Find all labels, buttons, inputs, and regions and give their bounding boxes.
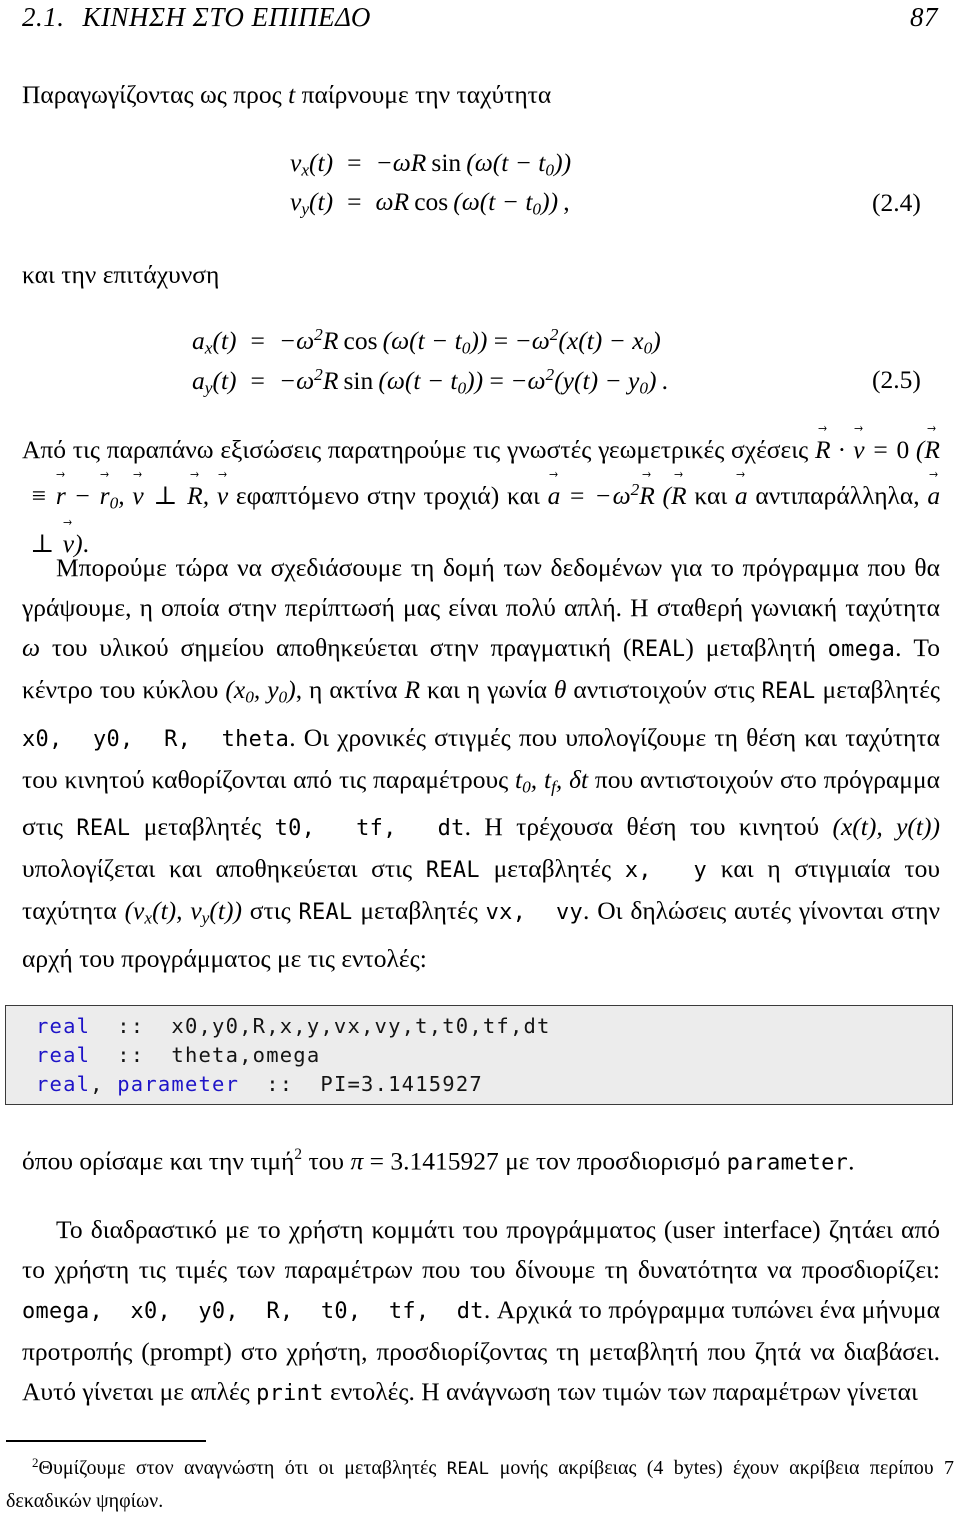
code-line-1: real :: x0,y0,R,x,y,vx,vy,t,t0,tf,dt xyxy=(36,1012,952,1041)
document-page: 2.1. ΚΙΝΗΣΗ ΣΤΟ ΕΠΙΠΕΔΟ 87 Παραγωγίζοντα… xyxy=(0,0,960,1512)
eq25-row2-lhs: ay(t) xyxy=(192,365,237,398)
code-line-2: real :: theta,omega xyxy=(36,1041,952,1070)
p2-seg-11: μεταβλητές xyxy=(130,812,275,841)
p2-seg-1: Μπορούμε τώρα να σχεδιάσουμε τη δομή των… xyxy=(22,553,940,622)
p2-math-center: (x0, y0) xyxy=(225,675,296,707)
p4-seg-3: εντολές. Η ανάγνωση των τιμών των παραμέ… xyxy=(323,1377,918,1406)
footnote-text-a: Θυμίζουμε στον αναγνώστη ότι οι μεταβλητ… xyxy=(38,1457,447,1480)
p2-math-omega: ω xyxy=(22,633,41,662)
equation-tag-2-4: (2.4) xyxy=(872,188,921,217)
accel-lead-paragraph: και την επιτάχυνση xyxy=(22,255,938,295)
p1-math-b: a = −ω2R (R xyxy=(548,480,687,510)
p2-seg-3: ) μεταβλητή xyxy=(685,633,828,662)
accel-lead-text: και την επιτάχυνση xyxy=(22,260,220,289)
code-listing: real :: x0,y0,R,x,y,vx,vy,t,t0,tf,dt rea… xyxy=(5,1005,953,1105)
page-number: 87 xyxy=(910,2,938,32)
p2-math-times: t0, tf, δt xyxy=(515,764,589,797)
eq25-row1-rhs: −ω2R cos (ω(t − t0)) = −ω2(x(t) − x0) xyxy=(278,325,661,358)
eq24-row1-lhs: vx(t) xyxy=(290,148,334,180)
p2-seg-6: και η γωνία xyxy=(420,675,554,704)
p2-seg-8: μεταβλητές xyxy=(815,675,941,704)
p2-math-theta: θ xyxy=(553,675,567,704)
p2-seg-7: αντιστοιχούν στις xyxy=(566,675,762,704)
code-line-1-rest: :: x0,y0,R,x,y,vx,vy,t,t0,tf,dt xyxy=(90,1014,551,1038)
p2-code-real-2: REAL xyxy=(761,679,816,704)
p2-seg-5: , η ακτίνα xyxy=(295,675,405,704)
section-number: 2.1. xyxy=(22,2,65,32)
equation-tag-2-5: (2.5) xyxy=(872,365,921,394)
footnote-code-real: REAL xyxy=(446,1459,490,1480)
eq25-row1-lhs: ax(t) xyxy=(192,326,237,358)
equation-2-4: vx(t) = −ωR sin (ω(t − t0)) vy(t) = ωR c… xyxy=(290,148,571,219)
p2-code-real-1: REAL xyxy=(631,637,686,662)
code-keyword-real-2: real xyxy=(36,1043,91,1067)
code-line-3-rest: :: PI=3.1415927 xyxy=(239,1072,483,1096)
p3-text-c: = 3.1415927 με τον προσδιορισμό xyxy=(369,1146,727,1176)
p2-seg-2: του υλικού σημείου αποθηκεύεται στην πρα… xyxy=(40,633,632,662)
paragraph-user-interface: Το διαδραστικό με το χρήστη κομμάτι του … xyxy=(22,1210,940,1414)
equation-2-5: ax(t) = −ω2R cos (ω(t − t0)) = −ω2(x(t) … xyxy=(192,325,668,398)
p2-code-vars-1: x0, y0, R, theta xyxy=(22,726,290,752)
eq25-row2-rhs: −ω2R sin (ω(t − t0)) = −ω2(y(t) − y0) . xyxy=(278,364,668,398)
p2-math-R: R xyxy=(404,675,421,704)
p2-code-real-4: REAL xyxy=(425,858,480,883)
code-keyword-real-3: real xyxy=(36,1072,91,1096)
p2-code-real-5: REAL xyxy=(298,900,353,925)
paragraph-pi-value: όπου ορίσαμε και την τιμή2 του π = 3.141… xyxy=(22,1135,940,1184)
code-line-3: real, parameter :: PI=3.1415927 xyxy=(36,1070,952,1099)
code-keyword-real-1: real xyxy=(36,1014,91,1038)
eq25-row2-rel: = xyxy=(250,365,265,395)
eq24-row1-rhs: −ωR sin (ω(t − t0)) xyxy=(375,148,572,180)
intro-text-b: παίρνουμε την ταχύτητα xyxy=(295,80,552,109)
paragraph-geometric-relations: Από τις παραπάνω εξισώσεις παρατηρούμε τ… xyxy=(22,430,940,564)
eq24-row1-rel: = xyxy=(347,148,362,177)
p1-text-b: εφαπτόμενο στην τροχιά) και xyxy=(228,481,548,511)
p1-text-c: και xyxy=(686,481,735,511)
p2-seg-13: υπολογίζεται και αποθηκεύεται στις xyxy=(22,854,426,883)
p3-text-d: . xyxy=(848,1146,855,1176)
p2-code-vars-3: x, y xyxy=(624,858,708,883)
p4-seg-1: Το διαδραστικό με το χρήστη κομμάτι του … xyxy=(22,1215,940,1284)
eq25-row1-rel: = xyxy=(250,326,265,356)
p2-code-vars-4: vx, vy xyxy=(485,900,584,925)
intro-paragraph: Παραγωγίζοντας ως προς t παίρνουμε την τ… xyxy=(22,75,938,115)
p3-math-pi: π xyxy=(350,1146,364,1176)
footnote-separator-rule xyxy=(6,1440,206,1442)
code-line-3-comma: , xyxy=(90,1072,118,1096)
p2-code-real-3: REAL xyxy=(76,816,131,841)
intro-text-a: Παραγωγίζοντας ως προς xyxy=(22,80,289,109)
p4-code-params: omega, x0, y0, R, t0, tf, dt xyxy=(22,1299,484,1324)
p3-text-b: του xyxy=(302,1146,351,1176)
eq24-row2-lhs: vy(t) xyxy=(290,186,334,219)
running-head: 2.1. ΚΙΝΗΣΗ ΣΤΟ ΕΠΙΠΕΔΟ 87 xyxy=(22,2,938,33)
p3-text-a: όπου ορίσαμε και την τιμή xyxy=(22,1146,295,1176)
p3-code-parameter: parameter xyxy=(726,1150,849,1176)
p2-seg-14: μεταβλητές xyxy=(479,854,625,883)
p2-math-pos: (x(t), y(t)) xyxy=(832,812,940,841)
footnote-ref-2: 2 xyxy=(294,1146,303,1163)
p2-code-vars-2: t0, tf, dt xyxy=(274,816,465,841)
p1-text-d: αντιπαράλληλα, xyxy=(747,481,928,511)
paragraph-data-structure: Μπορούμε τώρα να σχεδιάσουμε τη δομή των… xyxy=(22,548,940,979)
p2-code-omega: omega xyxy=(827,637,896,662)
p2-seg-12: . Η τρέχουσα θέση του κινητού xyxy=(464,812,833,841)
eq24-row2-rhs: ωR cos (ω(t − t0)) , xyxy=(375,186,570,219)
footnote-block: 2Θυμίζουμε στον αναγνώστη ότι οι μεταβλη… xyxy=(6,1447,954,1517)
eq24-row2-rel: = xyxy=(347,186,362,216)
p2-seg-17: μεταβλητές xyxy=(352,896,486,925)
p2-seg-16: στις xyxy=(241,896,299,925)
code-keyword-parameter: parameter xyxy=(117,1072,240,1096)
p2-math-vel: (vx(t), vy(t)) xyxy=(124,896,242,928)
p1-math-c: a xyxy=(735,481,748,510)
code-line-2-rest: :: theta,omega xyxy=(90,1043,321,1067)
p4-code-print: print xyxy=(256,1381,324,1406)
running-head-title: ΚΙΝΗΣΗ ΣΤΟ ΕΠΙΠΕΔΟ xyxy=(82,2,371,32)
